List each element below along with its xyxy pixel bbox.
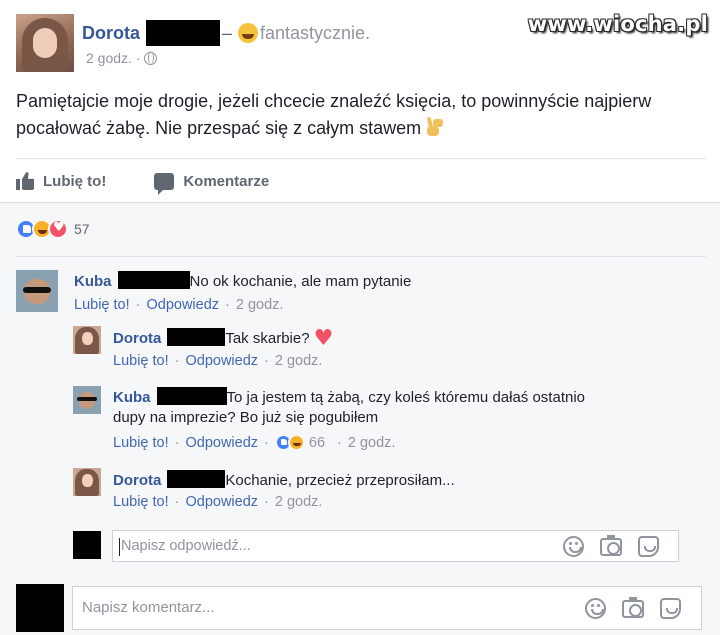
comment-text: Tak skarbie? — [225, 330, 310, 347]
reaction-count: 57 — [74, 221, 90, 237]
sticker-icon[interactable] — [638, 536, 659, 557]
watermark: www.wiocha.pl — [527, 12, 708, 36]
comment-like-link[interactable]: Lubię to! — [74, 297, 130, 313]
comment-placeholder: Napisz komentarz... — [82, 599, 215, 616]
redacted-surname — [146, 20, 220, 46]
text-cursor — [119, 538, 120, 556]
comment-time[interactable]: 2 godz. — [275, 353, 323, 369]
camera-icon[interactable] — [622, 596, 644, 618]
post-timestamp[interactable]: 2 godz. · — [86, 50, 158, 66]
victory-hand-icon — [425, 117, 441, 137]
comment-reply: Dorota Tak skarbie? ♥ Lubię to! · Odpowiedz ·… — [73, 326, 693, 374]
commenter-name[interactable]: Kuba — [113, 389, 151, 406]
comment-text-line: Dorota Tak skarbie? ♥ — [113, 326, 334, 351]
comment-text-continued: dupy na imprezie? Bo już się pogubiłem — [113, 409, 379, 426]
commenter-avatar[interactable] — [73, 386, 101, 414]
comment-like-link[interactable]: Lubię to! — [113, 494, 169, 510]
like-button-label: Lubię to! — [43, 172, 107, 190]
comment-input[interactable]: Napisz komentarz... — [72, 586, 702, 630]
love-reaction-icon — [48, 219, 68, 239]
comment-meta: Lubię to! · Odpowiedz · 2 godz. — [113, 353, 323, 369]
commenter-name[interactable]: Dorota — [113, 330, 161, 347]
comment-meta: Lubię to! · Odpowiedz · 2 godz. — [74, 297, 284, 313]
comment-reply-link[interactable]: Odpowiedz — [185, 494, 258, 510]
post-text: Pamiętajcie moje drogie, jeżeli chcecie … — [16, 91, 652, 138]
feeling-text: fantastycznie. — [260, 22, 371, 43]
comment-time[interactable]: 2 godz. — [275, 494, 323, 510]
globe-icon — [144, 51, 158, 65]
emoji-icon[interactable] — [563, 536, 584, 557]
comment-reply-link[interactable]: Odpowiedz — [146, 297, 219, 313]
commenter-avatar[interactable] — [73, 326, 101, 354]
redacted-surname — [156, 387, 227, 405]
reaction-summary[interactable]: 57 — [16, 219, 90, 239]
comment-reactions[interactable]: 66 — [274, 434, 326, 451]
haha-reaction-icon — [287, 434, 305, 451]
comment-reply: Dorota Kochanie, przecież przeprosiłam...… — [73, 468, 693, 516]
divider — [16, 158, 706, 159]
comment-like-link[interactable]: Lubię to! — [113, 435, 169, 451]
comment-reply-link[interactable]: Odpowiedz — [185, 435, 258, 451]
reply-tools — [563, 534, 659, 557]
feeling-separator: – — [222, 22, 233, 43]
comment-meta: Lubię to! · Odpowiedz · 66 · 2 godz. — [113, 434, 396, 451]
comment-time[interactable]: 2 godz. — [236, 297, 284, 313]
post-time-text: 2 godz. · — [86, 50, 141, 66]
comment-text: No ok kochanie, ale mam pytanie — [189, 273, 412, 290]
current-user-avatar — [73, 531, 101, 559]
divider — [16, 256, 706, 257]
redacted-surname — [117, 271, 190, 289]
comment-button-label: Komentarze — [183, 172, 270, 190]
post-body: Pamiętajcie moje drogie, jeżeli chcecie … — [16, 88, 706, 142]
author-line: Dorota – fantastycznie. — [82, 20, 370, 46]
commenter-name[interactable]: Dorota — [113, 472, 161, 489]
comment-text-line: Kuba No ok kochanie, ale mam pytanie — [74, 271, 411, 292]
heart-emoji-icon: ♥ — [313, 326, 334, 351]
like-button[interactable]: Lubię to! — [16, 172, 106, 190]
current-user-avatar — [16, 584, 64, 632]
comment-button[interactable]: Komentarze — [154, 172, 270, 195]
commenter-avatar[interactable] — [73, 468, 101, 496]
author-name[interactable]: Dorota — [82, 23, 140, 44]
comment-text-line: Dorota Kochanie, przecież przeprosiłam... — [113, 470, 455, 491]
comment-text-line: Kuba To ja jestem tą żabą, czy koleś któr… — [113, 387, 585, 408]
comment-reaction-count: 66 — [308, 434, 326, 451]
comment-meta: Lubię to! · Odpowiedz · 2 godz. — [113, 494, 323, 510]
laughing-emoji-icon — [238, 23, 259, 43]
reply-placeholder: Napisz odpowiedź... — [121, 538, 251, 554]
thumbs-up-icon — [16, 172, 34, 190]
sticker-icon[interactable] — [660, 598, 681, 619]
comment-bubble-icon — [154, 172, 175, 195]
author-avatar[interactable] — [16, 14, 74, 72]
camera-icon[interactable] — [600, 534, 622, 556]
comment: Kuba No ok kochanie, ale mam pytanie Lubi… — [16, 268, 696, 322]
comment-reply-link[interactable]: Odpowiedz — [185, 353, 258, 369]
post-actions: Lubię to! Komentarze — [16, 166, 317, 196]
comment-like-link[interactable]: Lubię to! — [113, 353, 169, 369]
reply-input[interactable]: Napisz odpowiedź... — [112, 530, 679, 562]
comment-text-line: dupy na imprezie? Bo już się pogubiłem — [113, 408, 378, 428]
comment-reply: Kuba To ja jestem tą żabą, czy koleś któr… — [73, 386, 693, 456]
comment-tools — [585, 596, 681, 619]
commenter-name[interactable]: Kuba — [74, 273, 112, 290]
redacted-surname — [167, 470, 226, 488]
comment-text: To ja jestem tą żabą, czy koleś któremu … — [226, 389, 586, 406]
comment-text: Kochanie, przecież przeprosiłam... — [225, 472, 455, 489]
commenter-avatar[interactable] — [16, 270, 58, 312]
emoji-icon[interactable] — [585, 598, 606, 619]
redacted-surname — [167, 328, 226, 346]
comment-time[interactable]: 2 godz. — [348, 435, 396, 451]
